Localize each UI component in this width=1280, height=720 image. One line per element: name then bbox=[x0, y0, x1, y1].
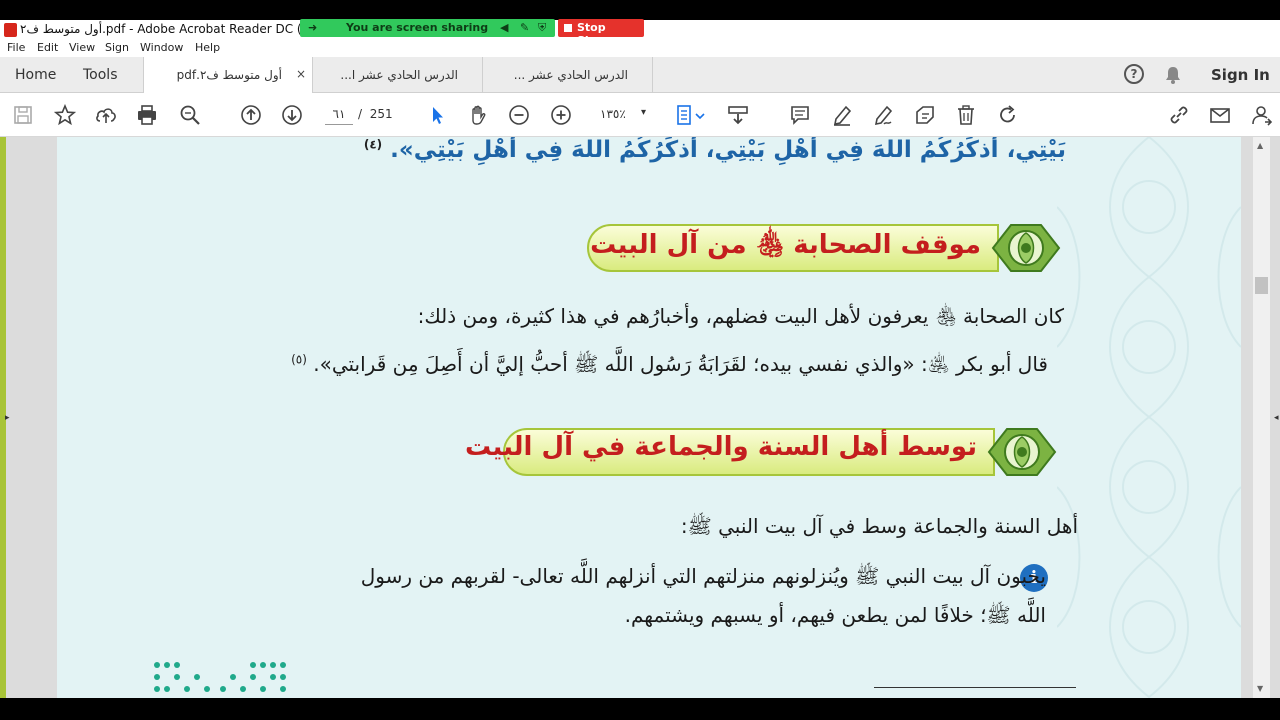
ornament-emblem-icon-2 bbox=[987, 428, 1057, 476]
screen-bottom-bar bbox=[0, 698, 1280, 720]
draw-sign-icon[interactable] bbox=[872, 104, 894, 126]
vertical-scrollbar[interactable]: ▲ ▼ bbox=[1253, 137, 1270, 698]
tab-document-3-label: الدرس الحادي عشر ... bbox=[513, 68, 628, 82]
left-panel-toggle-icon[interactable]: ▸ bbox=[5, 413, 10, 423]
rotate-icon[interactable] bbox=[997, 104, 1019, 126]
menu-window[interactable]: Window bbox=[140, 41, 183, 54]
link-pen-icon[interactable] bbox=[1168, 104, 1190, 126]
select-cursor-icon[interactable] bbox=[426, 104, 448, 126]
footnote-divider bbox=[874, 687, 1076, 688]
tab-document-2[interactable]: الدرس الحادي عشر ا... bbox=[313, 57, 483, 93]
scroll-mode-icon[interactable] bbox=[727, 104, 749, 126]
footnote-ref-5: (٥) bbox=[291, 352, 307, 367]
section-heading-2: توسط أهل السنة والجماعة في آل البيت bbox=[465, 432, 977, 462]
save-icon[interactable] bbox=[12, 104, 34, 126]
paragraph-moderation: أهل السنة والجماعة وسط في آل بيت النبي ﷺ… bbox=[680, 514, 1078, 538]
zoom-level[interactable]: ١٣٥٪ bbox=[600, 107, 626, 121]
scroll-down-icon[interactable]: ▼ bbox=[1257, 684, 1263, 693]
menu-view[interactable]: View bbox=[69, 41, 95, 54]
toolbar: / 251 ١٣٥٪ ▾ bbox=[0, 93, 1280, 137]
page-number-input[interactable] bbox=[325, 103, 353, 125]
stop-icon bbox=[564, 24, 572, 32]
tab-document-2-label: الدرس الحادي عشر ا... bbox=[340, 68, 458, 82]
hadith-quote-line: بَيْتِي، أذكِّرُكُمُ اللهَ فِي أَهْلِ بَ… bbox=[364, 137, 1066, 163]
zoom-out-icon[interactable] bbox=[508, 104, 530, 126]
acrobat-app-icon bbox=[4, 23, 17, 37]
screen-sharing-label: You are screen sharing bbox=[346, 21, 489, 34]
page-view-icon[interactable] bbox=[676, 104, 706, 126]
tab-document-label: أول متوسط ف٢.pdf bbox=[176, 68, 282, 82]
mic-muted-icon[interactable]: ✎ bbox=[520, 21, 529, 34]
sign-in-link[interactable]: Sign In bbox=[1211, 66, 1270, 84]
share-user-icon[interactable] bbox=[1251, 104, 1273, 126]
next-page-icon[interactable] bbox=[281, 104, 303, 126]
menu-bar: File Edit View Sign Window Help bbox=[0, 40, 1280, 57]
paragraph-companions: كان الصحابة ﵃ يعرفون لأهل البيت فضلهم، و… bbox=[417, 304, 1064, 328]
bullet-line-2: اللَّه ﷺ؛ خلافًا لمن يطعن فيهم، أو يسبهم… bbox=[624, 603, 1046, 627]
upload-cloud-icon[interactable] bbox=[95, 104, 117, 126]
ministry-logo-dots bbox=[154, 662, 286, 692]
comment-icon[interactable] bbox=[789, 104, 811, 126]
footnote-ref-4: (٤) bbox=[363, 137, 383, 152]
abu-bakr-quote: قال أبو بكر ﵁: «والذي نفسي بيده؛ لقَرَاب… bbox=[313, 352, 1048, 376]
paragraph-abu-bakr: قال أبو بكر ﵁: «والذي نفسي بيده؛ لقَرَاب… bbox=[291, 352, 1048, 381]
email-icon[interactable] bbox=[1209, 104, 1231, 126]
hadith-quote-text: بَيْتِي، أذكِّرُكُمُ اللهَ فِي أَهْلِ بَ… bbox=[390, 137, 1066, 163]
screen-top-bar bbox=[0, 0, 1280, 20]
document-viewport[interactable]: ▸ بَيْتِي، أذكِّرُكُمُ اللهَ فِي أَهْلِ … bbox=[0, 137, 1280, 698]
page-count: / 251 bbox=[358, 107, 393, 121]
scroll-up-icon[interactable]: ▲ bbox=[1257, 141, 1263, 150]
page-separator: / bbox=[358, 107, 363, 121]
decorative-pattern bbox=[1057, 137, 1241, 698]
menu-help[interactable]: Help bbox=[195, 41, 220, 54]
speaker-icon[interactable]: ◀ bbox=[500, 21, 508, 34]
right-panel-toggle-icon[interactable]: ◂ bbox=[1274, 413, 1279, 423]
highlight-pen-icon[interactable] bbox=[831, 104, 853, 126]
section-heading-banner-1: موقف الصحابة ﵃ من آل البيت bbox=[587, 215, 1063, 281]
hand-tool-icon[interactable] bbox=[467, 104, 489, 126]
menu-edit[interactable]: Edit bbox=[37, 41, 58, 54]
ornament-emblem-icon bbox=[991, 224, 1061, 272]
pdf-page: بَيْتِي، أذكِّرُكُمُ اللهَ فِي أَهْلِ بَ… bbox=[57, 137, 1241, 698]
shield-icon: ⛨ bbox=[538, 21, 547, 34]
window-title: أول متوسط ف٢.pdf - Adobe Acrobat Reader … bbox=[20, 22, 342, 36]
zoom-search-icon[interactable] bbox=[179, 104, 201, 126]
tab-document-active[interactable]: أول متوسط ف٢.pdf × bbox=[143, 57, 313, 94]
stop-share-button[interactable]: Stop Share bbox=[558, 19, 644, 47]
scrollbar-thumb[interactable] bbox=[1255, 277, 1268, 294]
menu-file[interactable]: File bbox=[7, 41, 25, 54]
print-icon[interactable] bbox=[136, 104, 158, 126]
section-heading-1: موقف الصحابة ﵃ من آل البيت bbox=[590, 230, 981, 260]
acrobat-window: أول متوسط ف٢.pdf - Adobe Acrobat Reader … bbox=[0, 0, 1280, 720]
stamp-icon[interactable] bbox=[914, 104, 936, 126]
close-tab-icon[interactable]: × bbox=[296, 67, 306, 81]
section-heading-banner-2: توسط أهل السنة والجماعة في آل البيت bbox=[465, 419, 1059, 485]
delete-trash-icon[interactable] bbox=[955, 104, 977, 126]
zoom-in-icon[interactable] bbox=[550, 104, 572, 126]
help-icon[interactable]: ? bbox=[1124, 64, 1144, 84]
bullet-line-1: يحبون آل بيت النبي ﷺ ويُنزلونهم منزلتهم … bbox=[360, 564, 1046, 588]
tab-document-3[interactable]: الدرس الحادي عشر ... bbox=[483, 57, 653, 93]
share-arrow-icon: ➜ bbox=[308, 21, 318, 34]
tab-bar: Home Tools أول متوسط ف٢.pdf × الدرس الحا… bbox=[0, 57, 1280, 94]
tab-home[interactable]: Home bbox=[15, 67, 56, 83]
zoom-dropdown-icon[interactable]: ▾ bbox=[641, 107, 646, 118]
previous-page-icon[interactable] bbox=[240, 104, 262, 126]
bell-icon[interactable] bbox=[1163, 65, 1183, 85]
total-pages: 251 bbox=[369, 107, 393, 121]
menu-sign[interactable]: Sign bbox=[105, 41, 129, 54]
bookmark-star-icon[interactable] bbox=[53, 103, 77, 126]
tab-tools[interactable]: Tools bbox=[83, 67, 118, 83]
screen-sharing-bar: ➜ You are screen sharing ◀ ✎ ⛨ bbox=[300, 19, 555, 37]
